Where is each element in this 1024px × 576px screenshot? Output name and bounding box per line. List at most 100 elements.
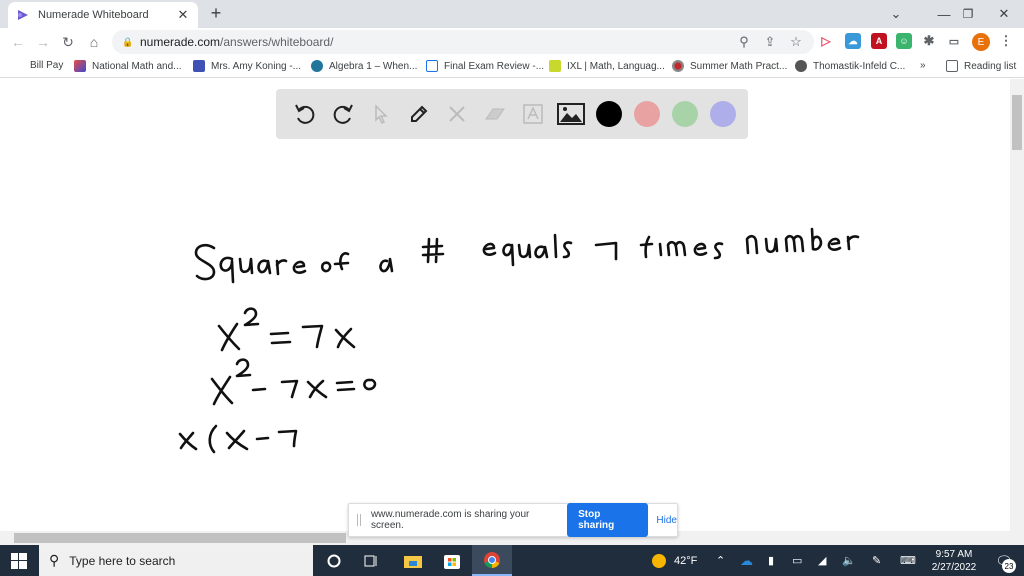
reading-list-button[interactable]: Reading list [946, 60, 1016, 72]
national-math-icon [74, 60, 86, 72]
cast-icon[interactable]: ▭ [946, 33, 962, 49]
windows-logo-icon [11, 552, 27, 569]
start-button[interactable] [0, 545, 38, 576]
url-host: numerade.com [140, 35, 221, 49]
redo-icon[interactable] [324, 95, 362, 133]
volume-icon[interactable]: 🔈 [842, 545, 856, 576]
restore-button[interactable]: ❐ [948, 0, 988, 28]
extension-cloud-icon[interactable]: ☁ [845, 33, 861, 49]
cortana-icon[interactable] [314, 545, 354, 576]
tab-strip: Numerade Whiteboard ✕ + ⌄ — ❐ ✕ [0, 0, 1024, 28]
browser-toolbar: ← → ↻ ⌂ 🔒 numerade.com/answers/whiteboar… [0, 28, 1024, 56]
pen-icon[interactable] [400, 95, 438, 133]
weather-temperature: 42°F [674, 554, 698, 567]
bookmark-mrs-amy-koning[interactable]: Mrs. Amy Koning -... [193, 60, 301, 72]
drag-handle[interactable] [357, 514, 361, 526]
extensions-puzzle-icon[interactable]: ✱ [921, 33, 937, 49]
menu-kebab-icon[interactable]: ⋮ [998, 33, 1014, 49]
bookmark-label: Summer Math Pract... [690, 60, 788, 72]
wordpress-icon [311, 60, 323, 72]
doc-icon [426, 60, 438, 72]
task-view-icon[interactable] [350, 545, 390, 576]
pen-menu-icon[interactable]: ✎ [872, 545, 881, 576]
forward-button[interactable]: → [33, 32, 53, 52]
select-icon[interactable] [362, 95, 400, 133]
whiteboard-toolbar [276, 89, 748, 139]
undo-icon[interactable] [286, 95, 324, 133]
tab-search-chevron-icon[interactable]: ⌄ [876, 0, 916, 28]
new-tab-button[interactable]: + [206, 4, 226, 24]
bookmark-ixl[interactable]: IXL | Math, Languag... [549, 60, 665, 72]
color-blue-swatch[interactable] [710, 101, 736, 127]
bookmark-label: National Math and... [92, 60, 182, 72]
touch-keyboard-icon[interactable]: ⌨ [900, 545, 916, 576]
sun-icon [652, 553, 666, 568]
clock-time: 9:57 AM [935, 549, 973, 560]
numerade-logo-icon [16, 8, 30, 22]
horizontal-scroll-thumb[interactable] [14, 533, 346, 543]
color-red-swatch[interactable] [634, 101, 660, 127]
chrome-taskbar-icon[interactable] [472, 545, 512, 576]
handwriting-line-2 [217, 307, 356, 352]
bookmarks-bar: Bill Pay National Math and... Mrs. Amy K… [0, 56, 1024, 78]
taskbar-search-box[interactable]: ⚲ Type here to search [39, 545, 313, 576]
color-green-swatch[interactable] [672, 101, 698, 127]
bookmark-algebra-1[interactable]: Algebra 1 – When... [311, 60, 417, 72]
bookmark-label: Bill Pay [30, 60, 64, 71]
vertical-scroll-thumb[interactable] [1012, 95, 1022, 150]
tools-icon[interactable] [438, 95, 476, 133]
tab-title: Numerade Whiteboard [38, 9, 149, 21]
bookmark-summer-math[interactable]: Summer Math Pract... [672, 60, 787, 72]
battery-icon[interactable]: ▭ [792, 545, 802, 576]
show-hidden-icons-chevron[interactable]: ⌃ [716, 545, 725, 576]
hide-button[interactable]: Hide [656, 515, 677, 526]
home-button[interactable]: ⌂ [84, 32, 104, 52]
microsoft-store-icon[interactable] [432, 545, 472, 576]
eraser-icon[interactable] [476, 95, 514, 133]
stop-sharing-button[interactable]: Stop sharing [567, 503, 649, 537]
whiteboard-page [0, 79, 1010, 531]
bookmark-star-icon[interactable]: ☆ [784, 30, 808, 54]
system-clock[interactable]: 9:57 AM 2/27/2022 [922, 548, 986, 574]
whiteboard-canvas[interactable] [0, 139, 1010, 519]
record-icon [672, 60, 684, 72]
search-icon: ⚲ [49, 552, 60, 568]
file-explorer-icon[interactable] [393, 545, 433, 576]
lock-icon: 🔒 [122, 36, 134, 47]
bookmark-thomastik-infeld[interactable]: Thomastik-Infeld C... [795, 60, 905, 72]
action-center-button[interactable]: 🗨 23 [990, 549, 1018, 573]
url-path: /answers/whiteboard/ [220, 35, 334, 49]
vertical-scrollbar[interactable] [1010, 79, 1024, 531]
more-bookmarks-button[interactable]: » [920, 60, 926, 71]
wifi-icon[interactable]: ◢ [818, 545, 826, 576]
bookmark-national-math[interactable]: National Math and... [74, 60, 182, 72]
address-bar[interactable]: 🔒 numerade.com/answers/whiteboard/ ⚲ ⇪ ☆ [112, 30, 814, 54]
bookmark-final-exam-review[interactable]: Final Exam Review -... [426, 60, 544, 72]
tab-numerade-whiteboard[interactable]: Numerade Whiteboard ✕ [8, 2, 198, 28]
onedrive-icon[interactable]: ☁ [740, 545, 753, 576]
color-black-swatch[interactable] [596, 101, 622, 127]
profile-avatar[interactable]: E [972, 33, 990, 51]
close-tab-icon[interactable]: ✕ [176, 7, 190, 23]
globe-icon [795, 60, 807, 72]
adobe-pdf-icon[interactable]: A [871, 33, 887, 49]
sharing-message: www.numerade.com is sharing your screen. [370, 509, 530, 531]
calendar-icon [193, 60, 205, 72]
notification-count: 23 [1002, 559, 1016, 573]
extension-face-icon[interactable]: ☺ [896, 33, 912, 49]
bookmark-label: IXL | Math, Languag... [567, 60, 665, 72]
handwriting-line-4 [178, 424, 298, 454]
extension-arrow-icon[interactable]: ▷ [818, 33, 834, 49]
text-icon[interactable] [514, 95, 552, 133]
weather-widget[interactable]: 42°F [652, 545, 697, 576]
close-window-button[interactable]: ✕ [984, 0, 1024, 28]
share-icon[interactable]: ⇪ [758, 30, 782, 54]
bookmark-label: Thomastik-Infeld C... [813, 60, 906, 72]
back-button[interactable]: ← [8, 32, 28, 52]
bookmark-bill-pay[interactable]: Bill Pay [30, 60, 63, 71]
reload-button[interactable]: ↻ [58, 32, 78, 52]
handwriting-line-3 [210, 358, 377, 406]
image-icon[interactable] [552, 95, 590, 133]
zoom-icon[interactable]: ⚲ [732, 30, 756, 54]
usb-icon[interactable]: ▮ [768, 545, 774, 576]
